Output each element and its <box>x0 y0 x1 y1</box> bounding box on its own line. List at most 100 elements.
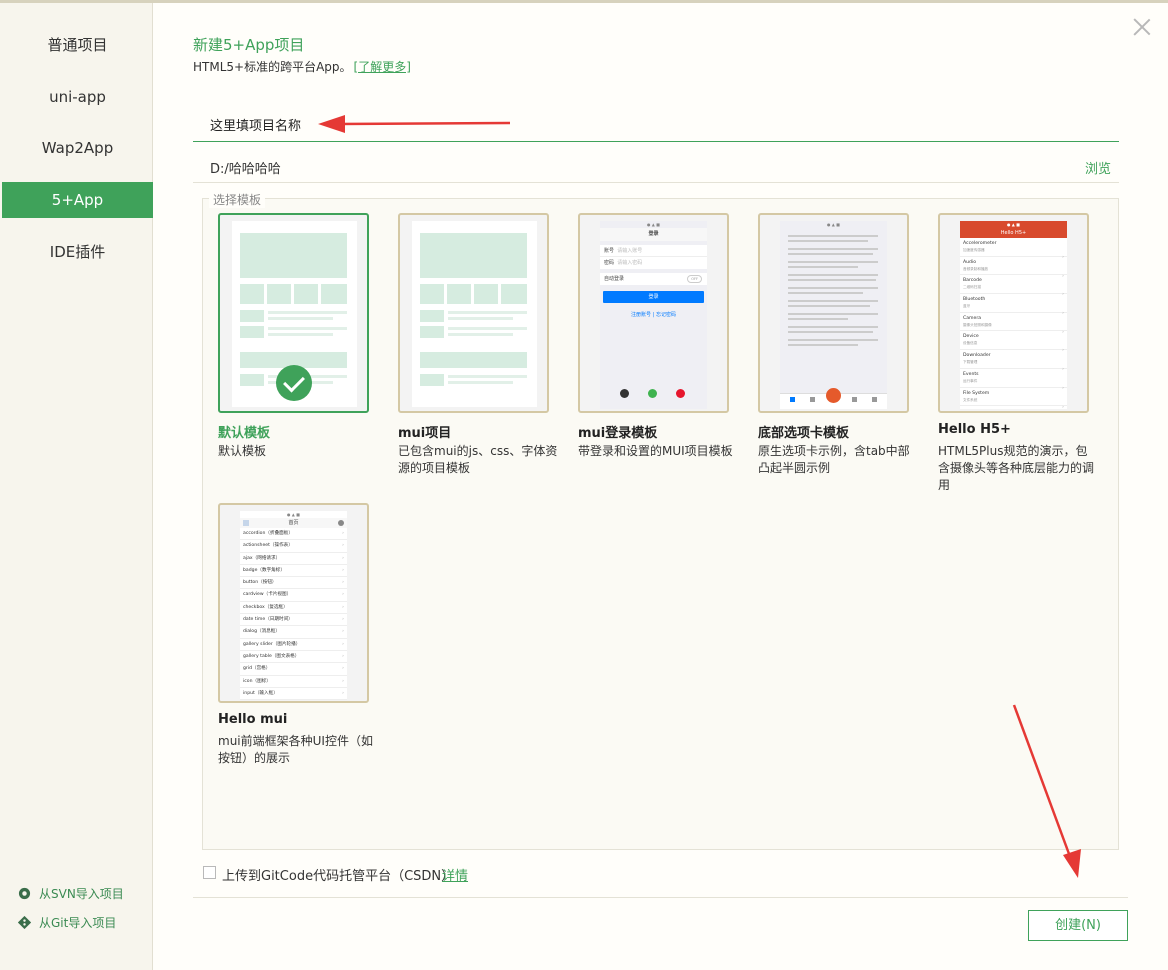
h5plus-thumb-item: Bluetooth 蓝牙 <box>960 294 1067 317</box>
h5plus-thumb-item-name: Barcode <box>963 278 982 284</box>
h5plus-thumb-item-name: Bluetooth <box>963 297 986 303</box>
template-card-hello-mui[interactable]: ● ▲ ■ 首页 accordion（折叠面板）actionsheet（操作表）… <box>218 503 369 703</box>
template-desc-mui-project: 已包含mui的js、css、字体资源的项目模板 <box>398 444 558 475</box>
login-thumb-password-label: 密码 <box>604 260 615 266</box>
mui-thumb-item: icon（图标） <box>240 676 347 688</box>
close-icon[interactable] <box>1133 18 1151 36</box>
upload-checkbox[interactable] <box>203 866 216 879</box>
h5plus-thumb-title: Hello H5+ <box>960 228 1067 238</box>
new-project-dialog: 普通项目 uni-app Wap2App 5+App IDE插件 从SVN导入项… <box>0 0 1168 970</box>
import-svn-label: 从SVN导入项目 <box>39 887 124 901</box>
h5plus-thumb-item: Events 运行事件 <box>960 369 1067 391</box>
project-path-input[interactable]: D:/哈哈哈哈 <box>210 158 281 177</box>
upload-label: 上传到GitCode代码托管平台（CSDN） <box>222 869 455 884</box>
h5plus-thumb-item: Downloader 下载管理 <box>960 350 1067 373</box>
import-git-link[interactable]: 从Git导入项目 <box>18 914 116 931</box>
login-thumb-title: 登录 <box>600 228 707 241</box>
template-name-tabbar: 底部选项卡模板 <box>758 426 850 441</box>
h5plus-thumb-item-name: Accelerometer <box>963 241 997 246</box>
project-name-input[interactable] <box>193 107 1119 142</box>
template-desc-tabbar: 原生选项卡示例，含tab中部凸起半圆示例 <box>758 444 910 475</box>
h5plus-thumb-phone: ● ▲ ■ Hello H5+ Accelerometer加速度传感器Audio… <box>960 221 1067 410</box>
h5plus-thumb-item-sub: 运行事件 <box>963 378 978 383</box>
page-title: 新建5+App项目 <box>193 36 305 54</box>
sidebar-item-5plus-app[interactable]: 5+App <box>2 182 153 218</box>
import-svn-link[interactable]: 从SVN导入项目 <box>18 885 124 902</box>
h5plus-thumb-list: Accelerometer加速度传感器Audio音频录制和播放Barcode二维… <box>960 238 1067 410</box>
login-thumb-account-ph: 请输入账号 <box>617 248 643 254</box>
template-desc-default: 默认模板 <box>218 444 267 458</box>
mui-thumb-avatar-icon <box>338 520 344 526</box>
mui-thumb-item: badge（数字角标） <box>240 565 347 578</box>
h5plus-thumb-item-sub: 音频录制和播放 <box>963 266 989 271</box>
subtitle-text: HTML5+标准的跨平台App。 <box>193 60 352 74</box>
h5plus-thumb-item-sub: 加速度传感器 <box>963 248 985 252</box>
login-thumb-forgot: 忘记密码 <box>655 312 676 318</box>
mui-thumb-item: input（输入框） <box>240 688 347 701</box>
h5plus-thumb-item: Barcode 二维码扫描 <box>960 275 1067 298</box>
h5plus-thumb-item-name: Downloader <box>963 353 991 359</box>
login-thumb-account-label: 账号 <box>604 248 615 254</box>
h5plus-thumb-item-sub: 文件系统 <box>963 397 978 402</box>
annotation-arrowhead-create <box>1063 849 1081 878</box>
h5plus-thumb-item-sub: 二维码扫描 <box>963 285 981 290</box>
login-thumb-toggle: OFF <box>687 275 702 283</box>
weibo-icon <box>676 389 685 398</box>
template-card-default[interactable] <box>218 213 369 413</box>
login-thumb-button: 登录 <box>603 291 704 303</box>
login-thumb-register: 注册账号 <box>631 312 652 318</box>
create-button[interactable]: 创建(N) <box>1028 910 1128 941</box>
template-desc-mui-login: 带登录和设置的MUI项目模板 <box>578 444 733 458</box>
upload-detail-link[interactable]: 详情 <box>442 865 468 884</box>
h5plus-thumb-item: File System 文件系统 <box>960 388 1067 410</box>
page-subtitle: HTML5+标准的跨平台App。 [了解更多] <box>193 58 411 75</box>
template-card-mui-login[interactable]: ● ▲ ■ 登录 账号 请输入账号 密码 请输入密码 自动登录 OFF 登录 注册… <box>578 213 729 413</box>
h5plus-thumb-item-sub: 摄像头拍照和摄像 <box>963 322 992 327</box>
mui-thumb-item: gallery slider（图片轮播） <box>240 639 347 651</box>
sidebar: 普通项目 uni-app Wap2App 5+App IDE插件 从SVN导入项… <box>0 3 153 970</box>
learn-more-link[interactable]: [了解更多] <box>354 60 411 74</box>
title-bar-strip <box>0 0 1168 3</box>
import-git-label: 从Git导入项目 <box>39 916 117 930</box>
template-legend: 选择模板 <box>209 191 266 208</box>
mui-thumb-item: accordion（折叠面板） <box>240 528 347 541</box>
mui-thumb-item: cardview（卡片视图） <box>240 589 347 602</box>
h5plus-thumb-item: Camera 摄像头拍照和摄像 <box>960 313 1067 335</box>
h5plus-thumb-item: Device 设备信息 <box>960 331 1067 354</box>
mui-thumb-title-bar: 首页 <box>240 518 347 528</box>
git-icon <box>18 916 31 929</box>
mui-thumb-item: gallery table（图文表格） <box>240 651 347 664</box>
template-desc-hello-h5plus: HTML5Plus规范的演示，包含摄像头等各种底层能力的调用 <box>938 444 1095 492</box>
h5plus-thumb-item-name: Camera <box>963 315 982 321</box>
h5plus-thumb-item-name: Events <box>963 371 979 377</box>
template-card-tabbar[interactable]: ● ▲ ■ <box>758 213 909 413</box>
h5plus-thumb-item: Accelerometer 加速度传感器 <box>960 238 1067 261</box>
sidebar-item-normal-project[interactable]: 普通项目 <box>2 27 153 63</box>
browse-button[interactable]: 浏览 <box>1085 158 1111 177</box>
mui-thumb-item: ajax（网络请求） <box>240 553 347 565</box>
mui-thumb-item: dialog（消息框） <box>240 626 347 639</box>
template-name-mui-project: mui项目 <box>398 426 452 441</box>
tabbar-thumb-phone: ● ▲ ■ <box>780 221 887 409</box>
mui-thumb-item: checkbox（复选框） <box>240 602 347 615</box>
tabbar-center-icon <box>826 388 841 403</box>
sidebar-item-wap2app[interactable]: Wap2App <box>2 130 153 166</box>
login-thumb-phone: ● ▲ ■ 登录 账号 请输入账号 密码 请输入密码 自动登录 OFF 登录 注册… <box>600 221 707 409</box>
template-card-mui-project[interactable] <box>398 213 549 413</box>
mui-thumb-item: grid（宫格） <box>240 663 347 676</box>
mui-thumb-item: actionsheet（操作表） <box>240 540 347 553</box>
sidebar-item-uni-app[interactable]: uni-app <box>2 79 153 115</box>
wechat-icon <box>648 389 657 398</box>
h5plus-thumb-item-sub: 下载管理 <box>963 360 978 365</box>
project-path-row: D:/哈哈哈哈 浏览 <box>193 149 1119 183</box>
template-desc-hello-mui: mui前端框架各种UI控件（如按钮）的展示 <box>218 734 373 765</box>
mui-thumb-menu-icon <box>243 520 249 526</box>
bottom-divider <box>193 897 1128 898</box>
template-card-hello-h5plus[interactable]: ● ▲ ■ Hello H5+ Accelerometer加速度传感器Audio… <box>938 213 1089 413</box>
sidebar-item-ide-plugin[interactable]: IDE插件 <box>2 234 153 270</box>
mui-thumb-item: date time（日期时间） <box>240 614 347 627</box>
mui-thumb-list: accordion（折叠面板）actionsheet（操作表）ajax（网络请求… <box>240 528 347 701</box>
login-thumb-password-ph: 请输入密码 <box>617 260 643 266</box>
h5plus-thumb-item-name: File System <box>963 390 990 396</box>
mui-thumb-phone: ● ▲ ■ 首页 accordion（折叠面板）actionsheet（操作表）… <box>240 511 347 701</box>
